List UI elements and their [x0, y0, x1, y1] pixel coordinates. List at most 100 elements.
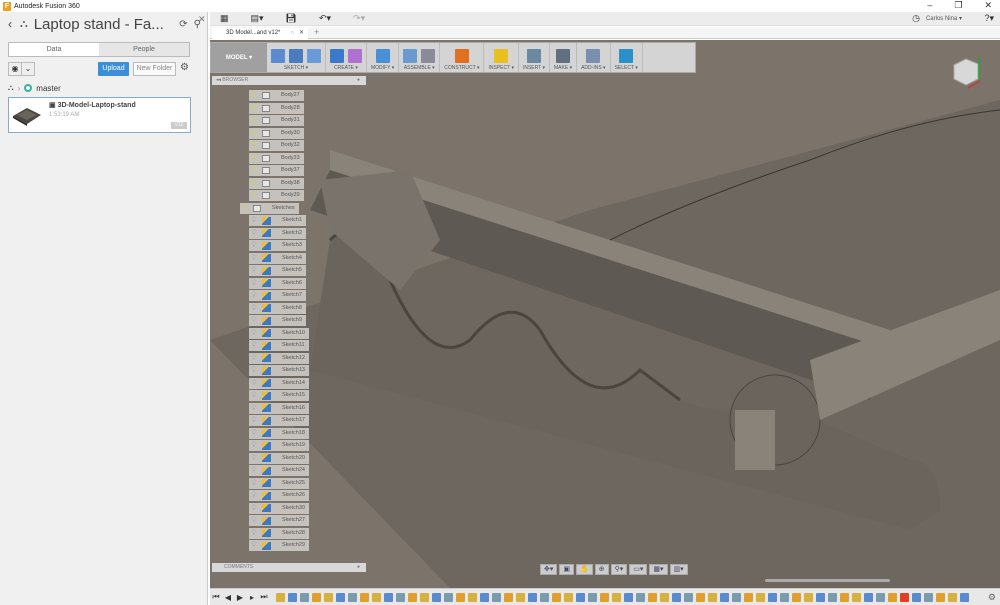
- ribbon-tool-icon[interactable]: [348, 49, 362, 63]
- visibility-bulb-icon[interactable]: 💡︎: [249, 153, 259, 164]
- timeline-feature[interactable]: [768, 592, 777, 602]
- browser-body-node[interactable]: 💡︎ Body28: [249, 102, 304, 114]
- 3d-viewport[interactable]: MODEL ▾ SKETCH ▾ CREATE ▾ MODIFY ▾ ASSEMBLE…: [210, 40, 1000, 588]
- browser-body-node[interactable]: 💡︎ Body37: [249, 165, 304, 176]
- timeline-feature[interactable]: [804, 592, 813, 602]
- browser-body-node[interactable]: 💡︎ Body32: [249, 140, 304, 151]
- browser-folder-node[interactable]: 💡︎ Sketches: [240, 202, 299, 214]
- ribbon-tool-icon[interactable]: [289, 49, 303, 63]
- ribbon-tool-icon[interactable]: [307, 49, 321, 63]
- browser-body-node[interactable]: 💡︎ Body33: [249, 152, 304, 164]
- timeline-feature[interactable]: [492, 592, 501, 602]
- step-forward-icon[interactable]: ▸: [246, 593, 258, 602]
- go-to-end-icon[interactable]: ⏭: [258, 592, 270, 602]
- browser-sketch-node[interactable]: 💡︎ Sketch8: [249, 302, 306, 314]
- visibility-bulb-icon[interactable]: 💡︎: [249, 478, 259, 489]
- undo-icon[interactable]: ↶▾: [319, 13, 331, 24]
- refresh-icon[interactable]: ⟳: [179, 19, 187, 30]
- help-icon[interactable]: ?▾: [984, 13, 994, 24]
- timeline-feature[interactable]: [612, 592, 621, 602]
- browser-sketch-node[interactable]: 💡︎ Sketch9: [249, 315, 306, 326]
- visibility-bulb-icon[interactable]: 💡︎: [249, 215, 259, 226]
- timeline-feature[interactable]: [456, 592, 465, 602]
- tab-people[interactable]: People: [99, 43, 189, 56]
- view-toggle-button[interactable]: ◉ ⌄: [8, 62, 35, 76]
- timeline-settings-icon[interactable]: ⚙: [988, 592, 996, 603]
- visibility-bulb-icon[interactable]: 💡︎: [249, 428, 259, 439]
- ribbon-group[interactable]: ASSEMBLE ▾: [399, 43, 441, 72]
- browser-sketch-node[interactable]: 💡︎ Sketch6: [249, 277, 306, 289]
- ribbon-group-label[interactable]: ASSEMBLE ▾: [404, 65, 435, 71]
- ribbon-group-label[interactable]: INSPECT ▾: [488, 65, 513, 71]
- ribbon-group-label[interactable]: CONSTRUCT ▾: [444, 65, 479, 71]
- comments-panel[interactable]: COMMENTS ●: [212, 563, 366, 572]
- timeline-feature[interactable]: [852, 592, 861, 602]
- timeline-feature[interactable]: [420, 592, 429, 602]
- browser-sketch-node[interactable]: 💡︎ Sketch29: [249, 540, 309, 551]
- timeline-feature[interactable]: [876, 592, 885, 602]
- file-card[interactable]: ▣ 3D-Model-Laptop-stand 1:53:19 AM V12: [8, 97, 191, 133]
- visibility-bulb-icon[interactable]: 💡︎: [249, 415, 259, 426]
- timeline-feature[interactable]: [624, 592, 633, 602]
- browser-sketch-node[interactable]: 💡︎ Sketch25: [249, 477, 309, 489]
- browser-sketch-node[interactable]: 💡︎ Sketch26: [249, 490, 309, 501]
- ribbon-tool-icon[interactable]: [619, 49, 634, 63]
- timeline-feature[interactable]: [540, 592, 549, 602]
- visibility-bulb-icon[interactable]: 💡︎: [249, 353, 259, 364]
- close-panel-icon[interactable]: ✕: [198, 14, 206, 25]
- visibility-bulb-icon[interactable]: 💡︎: [249, 228, 259, 239]
- timeline-feature[interactable]: [684, 592, 693, 602]
- timeline-feature[interactable]: [336, 592, 345, 602]
- tab-data[interactable]: Data: [9, 43, 99, 56]
- ribbon-group[interactable]: SELECT ▾: [611, 43, 643, 72]
- view-cube[interactable]: [950, 55, 984, 89]
- ribbon-group-label[interactable]: SELECT ▾: [615, 65, 638, 71]
- zoom-window-icon[interactable]: ⚲▾: [610, 564, 628, 575]
- timeline-feature[interactable]: [288, 592, 297, 602]
- workspace-switcher[interactable]: MODEL ▾: [211, 43, 267, 72]
- timeline-feature[interactable]: [588, 592, 597, 602]
- visibility-bulb-icon[interactable]: 💡︎: [249, 115, 259, 126]
- display-settings-icon[interactable]: ▭▾: [629, 564, 648, 575]
- ribbon-group-label[interactable]: ADD-INS ▾: [581, 65, 605, 71]
- browser-sketch-node[interactable]: 💡︎ Sketch7: [249, 290, 306, 301]
- timeline-feature[interactable]: [828, 592, 837, 602]
- timeline-feature[interactable]: [924, 592, 933, 602]
- visibility-bulb-icon[interactable]: 💡︎: [240, 203, 250, 214]
- timeline-feature[interactable]: [840, 592, 849, 602]
- browser-sketch-node[interactable]: 💡︎ Sketch15: [249, 390, 309, 401]
- redo-icon[interactable]: ↷▾: [353, 13, 365, 24]
- ribbon-group[interactable]: INSPECT ▾: [484, 43, 519, 72]
- restore-button[interactable]: ❐: [954, 0, 962, 11]
- visibility-bulb-icon[interactable]: 💡︎: [249, 265, 259, 276]
- visibility-bulb-icon[interactable]: 💡︎: [249, 340, 259, 351]
- grid-settings-icon[interactable]: ▦▾: [649, 564, 668, 575]
- timeline-feature[interactable]: [552, 592, 561, 602]
- timeline-feature[interactable]: [672, 592, 681, 602]
- visibility-bulb-icon[interactable]: 💡︎: [249, 290, 259, 301]
- viewports-icon[interactable]: ▥▾: [669, 564, 688, 575]
- back-icon[interactable]: ‹: [8, 17, 12, 31]
- browser-sketch-node[interactable]: 💡︎ Sketch13: [249, 365, 309, 376]
- timeline-feature[interactable]: [660, 592, 669, 602]
- ribbon-tool-icon[interactable]: [330, 49, 344, 63]
- grid-menu-icon[interactable]: ▦: [220, 13, 229, 24]
- browser-sketch-node[interactable]: 💡︎ Sketch20: [249, 452, 309, 464]
- ribbon-tool-icon[interactable]: [421, 49, 436, 63]
- timeline-feature[interactable]: [396, 592, 405, 602]
- timeline-feature[interactable]: [744, 592, 753, 602]
- timeline-feature[interactable]: [348, 592, 357, 602]
- browser-sketch-node[interactable]: 💡︎ Sketch3: [249, 240, 306, 251]
- visibility-bulb-icon[interactable]: 💡︎: [249, 315, 259, 326]
- timeline-feature[interactable]: [636, 592, 645, 602]
- timeline-feature[interactable]: [564, 592, 573, 602]
- timeline-feature[interactable]: [888, 592, 897, 602]
- visibility-bulb-icon[interactable]: 💡︎: [249, 390, 259, 401]
- timeline-feature[interactable]: [468, 592, 477, 602]
- timeline-feature[interactable]: [756, 592, 765, 602]
- branch-name[interactable]: master: [36, 84, 60, 93]
- timeline-feature[interactable]: [696, 592, 705, 602]
- visibility-bulb-icon[interactable]: 💡︎: [249, 278, 259, 289]
- browser-sketch-node[interactable]: 💡︎ Sketch19: [249, 440, 309, 451]
- zoom-icon[interactable]: ⊕: [594, 564, 609, 575]
